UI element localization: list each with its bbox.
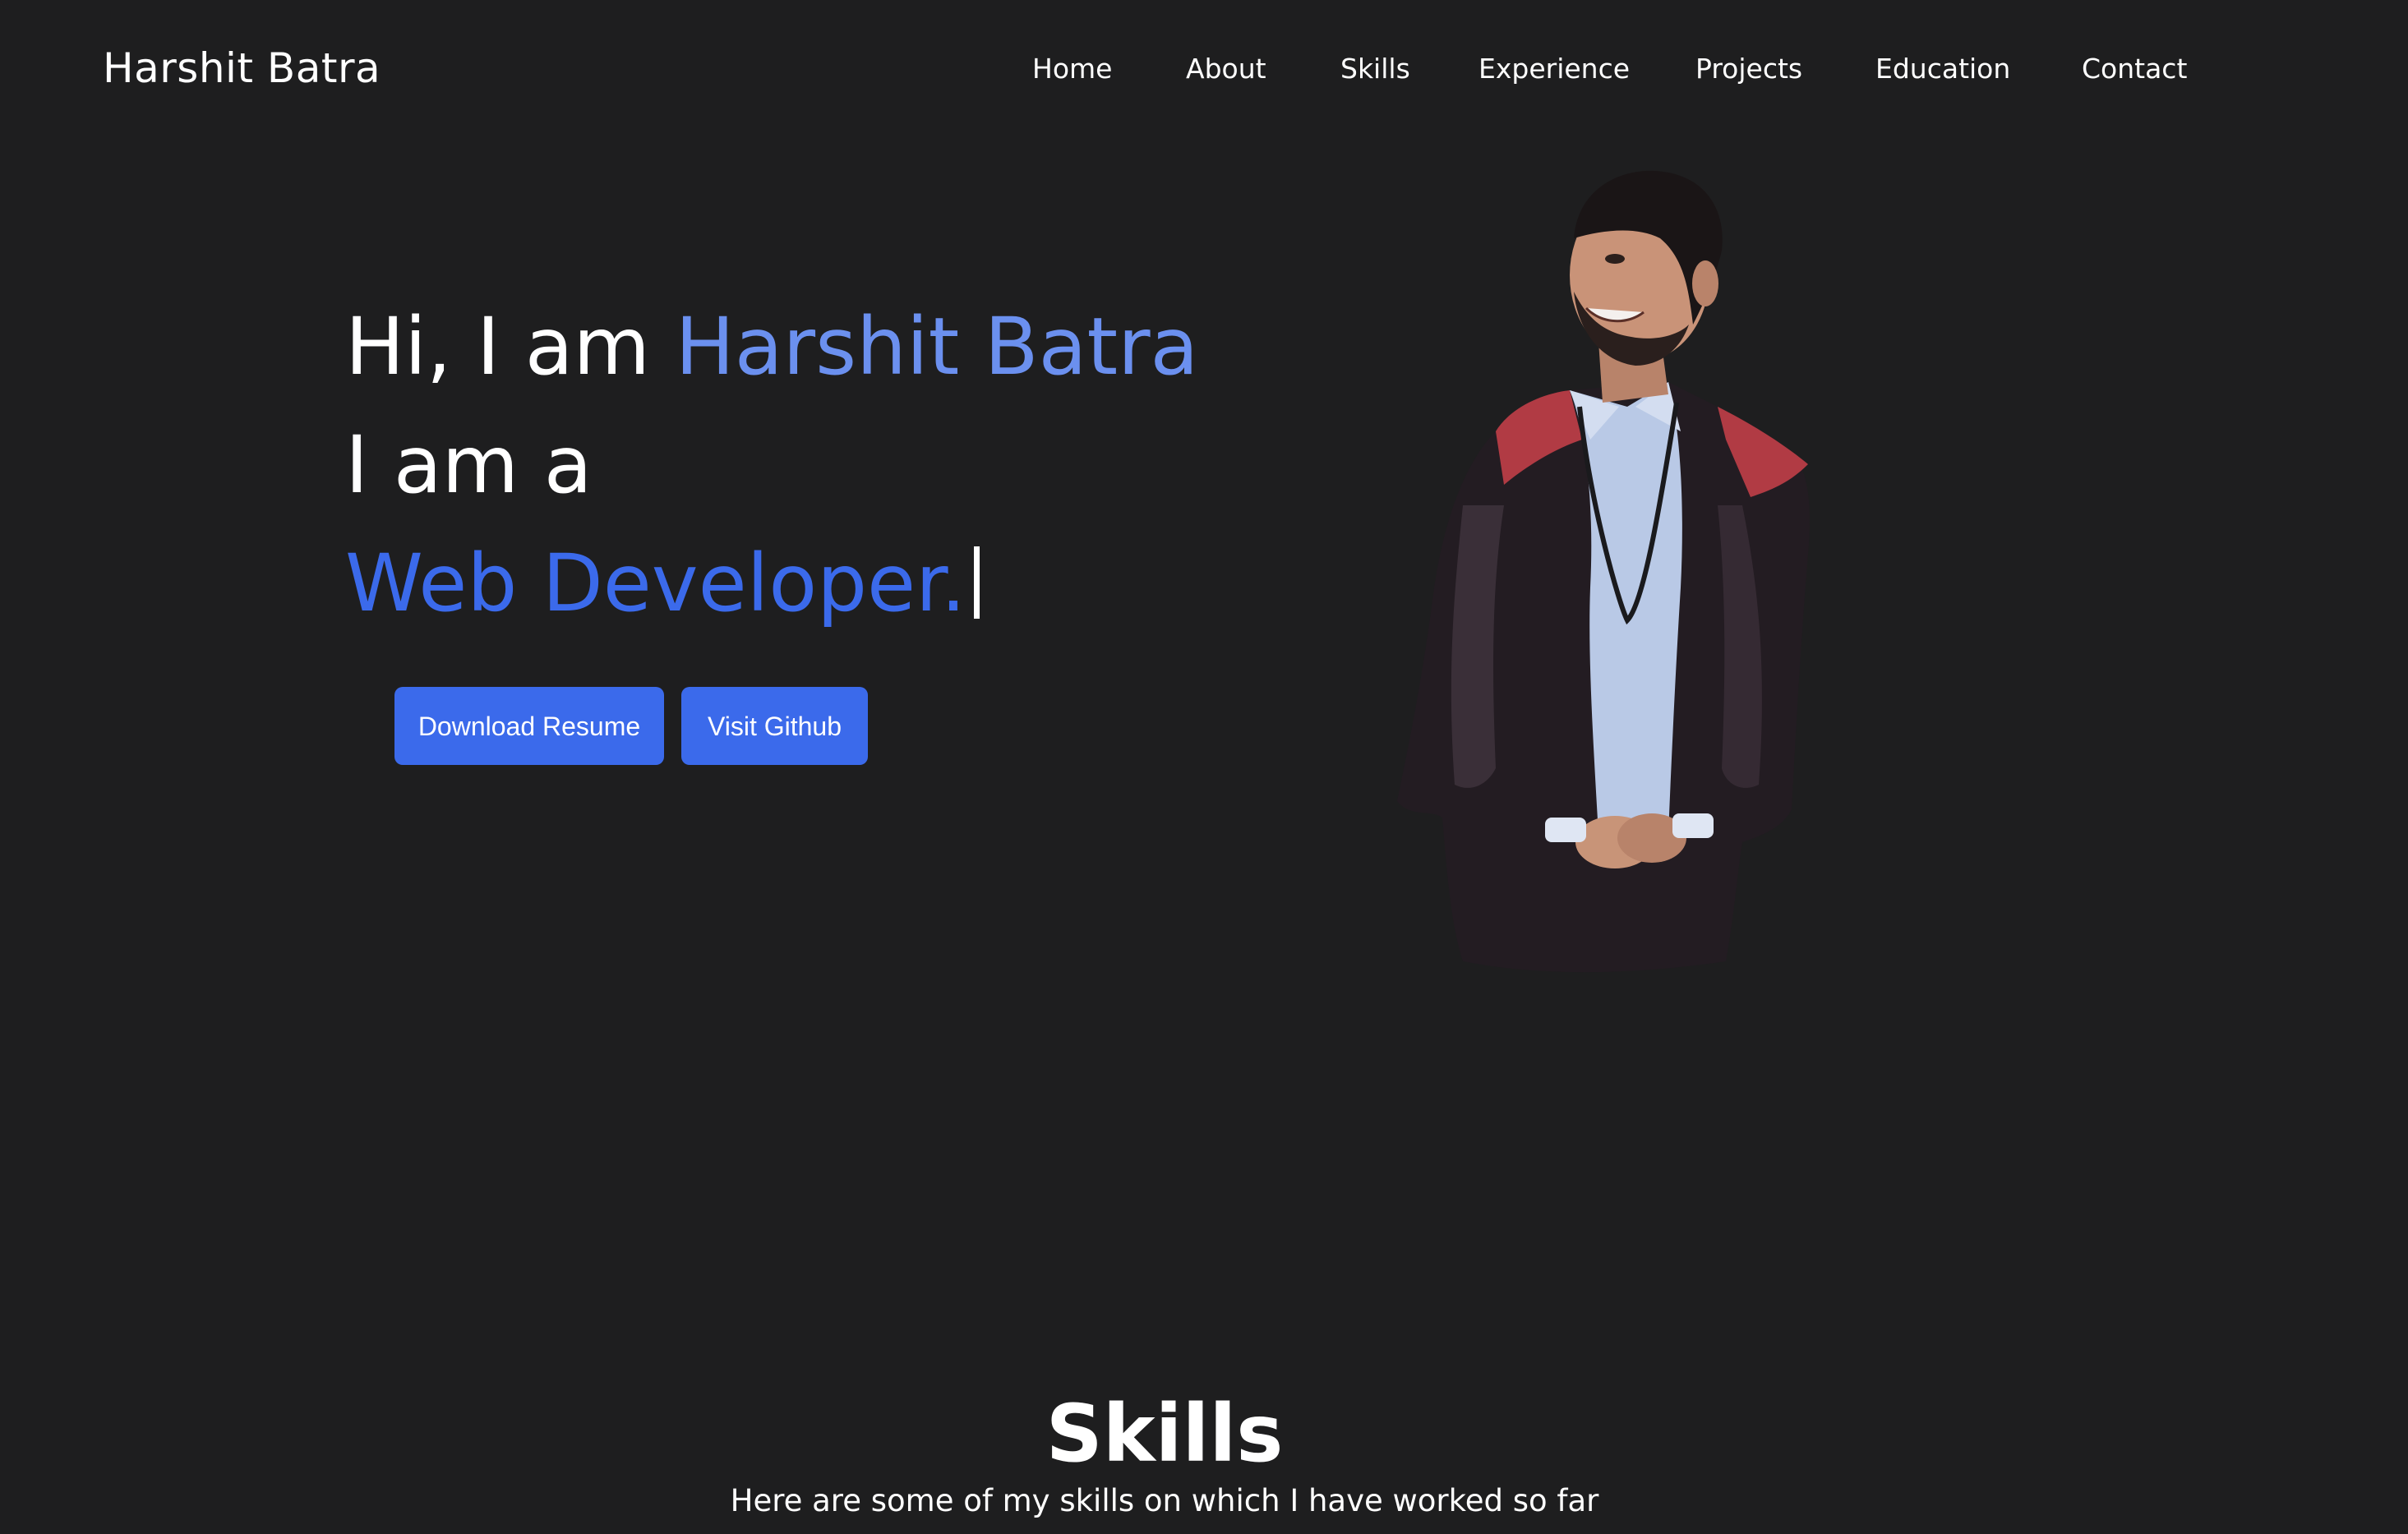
nav-link-about[interactable]: About [1186, 51, 1266, 87]
hero-name: Harshit Batra [675, 301, 1199, 393]
skills-subtitle: Here are some of my skills on which I ha… [730, 1483, 1599, 1518]
hero-role-typed: Web Developer. [345, 537, 966, 629]
typing-caret [974, 546, 980, 619]
nav-link-skills[interactable]: Skills [1340, 51, 1410, 87]
brand-logo-text[interactable]: Harshit Batra [103, 41, 381, 95]
hero-role-line: Web Developer. [345, 524, 1198, 643]
hero-intro-line: I am a [345, 419, 593, 511]
nav-link-home[interactable]: Home [1032, 51, 1112, 87]
hero-intro: Hi, I am Harshit Batra I am a Web Develo… [345, 288, 1198, 643]
download-resume-button[interactable]: Download Resume [394, 687, 664, 765]
nav-link-projects[interactable]: Projects [1695, 51, 1802, 87]
hero-greeting: Hi, I am [345, 301, 676, 393]
nav-link-education[interactable]: Education [1875, 51, 2010, 87]
nav-link-contact[interactable]: Contact [2082, 51, 2187, 87]
visit-github-button[interactable]: Visit Github [681, 687, 868, 765]
navbar: Harshit Batra Home About Skills Experien… [0, 0, 2408, 138]
profile-photo [1397, 160, 1857, 974]
hero-greeting-line: Hi, I am Harshit Batra [345, 288, 1198, 406]
nav-link-experience[interactable]: Experience [1478, 51, 1630, 87]
